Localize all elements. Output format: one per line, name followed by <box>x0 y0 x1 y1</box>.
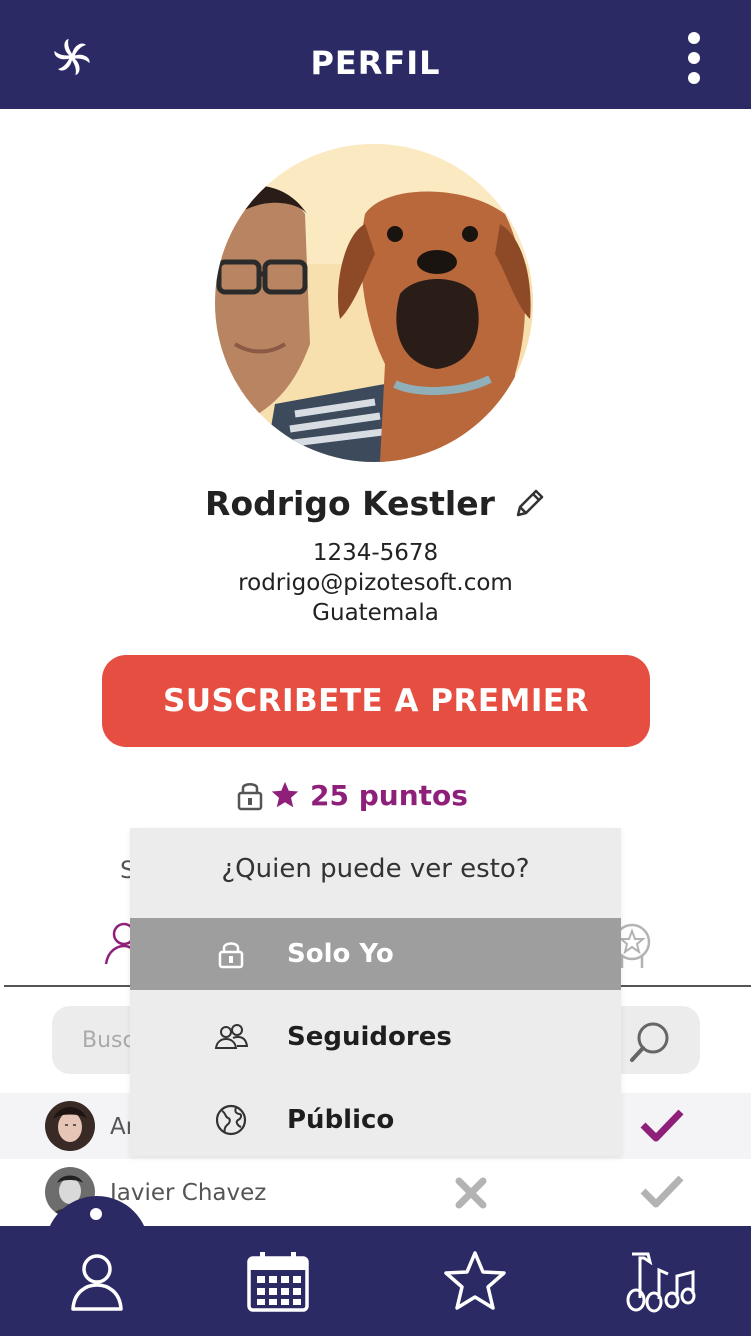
search-icon[interactable] <box>628 1020 672 1064</box>
calendar-icon[interactable] <box>246 1250 310 1314</box>
search-input[interactable]: Busc <box>82 1028 135 1053</box>
lock-icon[interactable] <box>236 779 264 811</box>
star-icon <box>271 781 299 808</box>
pencil-edit-icon[interactable] <box>512 487 546 521</box>
privacy-option-label: Público <box>287 1105 395 1135</box>
woman-avatar-image <box>45 1101 95 1151</box>
profile-photo-illustration <box>215 144 533 462</box>
follower-name: Javier Chavez <box>110 1180 267 1206</box>
profile-phone: 1234-5678 <box>312 540 439 566</box>
people-icon <box>214 1024 248 1049</box>
page-title: PERFIL <box>310 44 441 82</box>
privacy-popup: ¿Quien puede ver esto? Solo Yo Seguidore… <box>130 828 621 1156</box>
globe-icon <box>215 1104 247 1136</box>
privacy-option-label: Solo Yo <box>287 939 394 969</box>
avatar <box>45 1101 95 1151</box>
privacy-option-seguidores[interactable]: Seguidores <box>130 1001 621 1073</box>
privacy-option-solo-yo[interactable]: Solo Yo <box>130 918 621 990</box>
top-app-bar: PERFIL <box>0 0 751 109</box>
kebab-menu-icon[interactable] <box>682 30 706 86</box>
check-icon[interactable] <box>640 1173 684 1209</box>
privacy-option-publico[interactable]: Público <box>130 1084 621 1156</box>
profile-photo[interactable] <box>215 144 533 462</box>
privacy-question: ¿Quien puede ver esto? <box>221 854 530 884</box>
profile-name-row: Rodrigo Kestler <box>0 484 751 523</box>
profile-icon[interactable] <box>70 1252 124 1312</box>
remove-x-icon[interactable] <box>454 1176 488 1210</box>
profile-country: Guatemala <box>312 600 439 626</box>
profile-email: rodrigo@pizotesoft.com <box>238 570 513 596</box>
privacy-option-label: Seguidores <box>287 1022 452 1052</box>
points-row[interactable]: 25 puntos <box>236 778 468 812</box>
profile-name: Rodrigo Kestler <box>205 484 495 523</box>
subscribe-premier-button[interactable]: SUSCRIBETE A PREMIER <box>102 655 650 747</box>
music-notes-icon[interactable] <box>626 1250 698 1314</box>
lock-icon <box>218 942 244 969</box>
check-icon[interactable] <box>640 1107 684 1143</box>
star-icon[interactable] <box>443 1250 507 1312</box>
points-label: 25 puntos <box>310 778 468 812</box>
active-tab-dot <box>90 1208 102 1220</box>
